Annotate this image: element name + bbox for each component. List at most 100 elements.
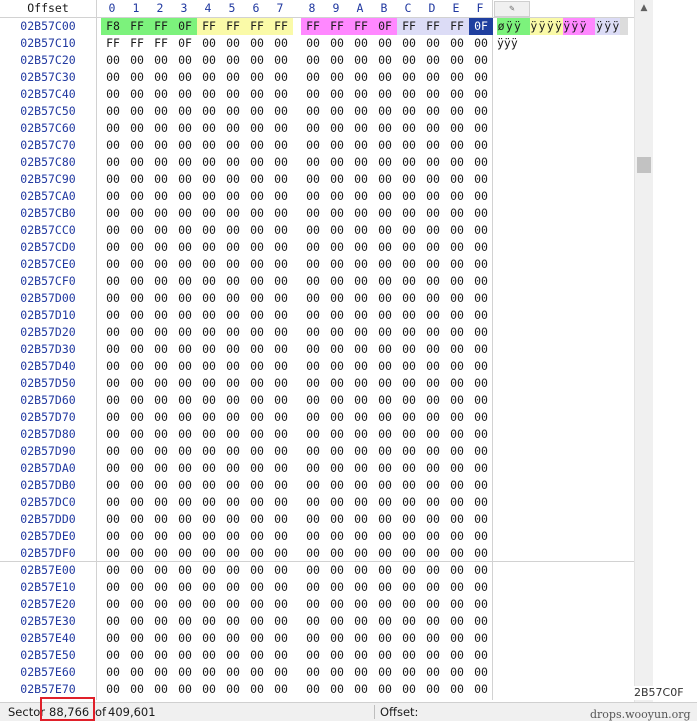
ascii-char[interactable] (620, 18, 629, 35)
hex-byte[interactable]: 00 (149, 562, 173, 579)
hex-byte[interactable]: 00 (197, 562, 221, 579)
hex-byte[interactable]: 00 (325, 256, 349, 273)
hex-byte[interactable]: 00 (469, 154, 493, 171)
hex-byte[interactable]: 00 (101, 460, 125, 477)
hex-byte[interactable]: 00 (421, 35, 445, 52)
hex-byte[interactable]: 00 (197, 290, 221, 307)
hex-byte[interactable]: 00 (373, 511, 397, 528)
hex-byte[interactable]: 00 (245, 579, 269, 596)
hex-byte[interactable]: 00 (101, 681, 125, 698)
hex-byte[interactable]: 00 (173, 358, 197, 375)
hex-byte[interactable]: 00 (373, 35, 397, 52)
hex-byte[interactable]: 00 (101, 52, 125, 69)
hex-byte[interactable]: 00 (269, 273, 293, 290)
hex-byte[interactable]: 00 (445, 613, 469, 630)
hex-byte[interactable]: 00 (301, 630, 325, 647)
hex-byte[interactable]: 00 (269, 52, 293, 69)
hex-byte[interactable]: 00 (125, 154, 149, 171)
hex-byte[interactable]: 00 (349, 86, 373, 103)
hex-byte[interactable]: 00 (149, 171, 173, 188)
hex-byte[interactable]: 00 (325, 188, 349, 205)
hex-byte[interactable]: 00 (469, 545, 493, 562)
hex-byte[interactable]: 00 (397, 35, 421, 52)
hex-byte[interactable]: 00 (197, 103, 221, 120)
hex-byte[interactable]: 00 (325, 392, 349, 409)
hex-byte[interactable]: 00 (301, 664, 325, 681)
hex-byte[interactable]: 00 (373, 392, 397, 409)
hex-byte[interactable]: 00 (101, 273, 125, 290)
hex-byte[interactable]: 00 (197, 273, 221, 290)
hex-byte[interactable]: 00 (325, 154, 349, 171)
hex-byte[interactable]: 00 (101, 630, 125, 647)
hex-byte[interactable]: 00 (149, 664, 173, 681)
hex-byte[interactable]: 00 (197, 358, 221, 375)
hex-byte[interactable]: 00 (125, 188, 149, 205)
hex-byte[interactable]: 00 (301, 137, 325, 154)
hex-byte[interactable]: 00 (173, 460, 197, 477)
hex-byte[interactable]: 00 (325, 120, 349, 137)
hex-byte[interactable]: 00 (269, 188, 293, 205)
hex-byte[interactable]: 00 (173, 324, 197, 341)
hex-byte[interactable]: 00 (421, 392, 445, 409)
hex-byte[interactable]: 00 (221, 273, 245, 290)
hex-byte[interactable]: 00 (445, 358, 469, 375)
hex-byte[interactable]: 00 (197, 511, 221, 528)
hex-byte[interactable]: 00 (469, 664, 493, 681)
hex-byte[interactable]: 00 (469, 341, 493, 358)
hex-byte[interactable]: 00 (245, 120, 269, 137)
hex-byte[interactable]: 00 (197, 35, 221, 52)
hex-byte[interactable]: 00 (245, 256, 269, 273)
hex-byte[interactable]: 00 (197, 256, 221, 273)
hex-byte[interactable]: 00 (397, 273, 421, 290)
hex-byte[interactable]: 00 (149, 205, 173, 222)
hex-byte[interactable]: 00 (373, 562, 397, 579)
hex-byte[interactable]: 00 (173, 562, 197, 579)
hex-byte[interactable]: 00 (373, 52, 397, 69)
hex-byte[interactable]: 00 (197, 171, 221, 188)
hex-byte[interactable]: 00 (125, 409, 149, 426)
hex-byte[interactable]: 00 (101, 392, 125, 409)
hex-byte[interactable]: 00 (221, 137, 245, 154)
hex-byte[interactable]: 00 (221, 290, 245, 307)
hex-byte[interactable]: 00 (221, 545, 245, 562)
hex-byte[interactable]: 00 (149, 681, 173, 698)
hex-byte[interactable]: 00 (373, 409, 397, 426)
hex-byte[interactable]: 00 (421, 239, 445, 256)
hex-byte[interactable]: 00 (125, 341, 149, 358)
hex-byte[interactable]: 00 (469, 596, 493, 613)
hex-byte[interactable]: 00 (221, 477, 245, 494)
hex-byte[interactable]: 00 (421, 120, 445, 137)
hex-byte[interactable]: 00 (469, 426, 493, 443)
ascii-char[interactable]: ÿ (611, 18, 620, 35)
hex-byte[interactable]: 00 (469, 443, 493, 460)
hex-byte[interactable]: 00 (269, 256, 293, 273)
hex-byte[interactable]: 00 (101, 256, 125, 273)
hex-byte[interactable]: 00 (349, 103, 373, 120)
hex-byte[interactable]: 00 (101, 120, 125, 137)
hex-byte[interactable]: 00 (125, 664, 149, 681)
hex-byte[interactable]: 00 (221, 562, 245, 579)
hex-byte[interactable]: 00 (469, 647, 493, 664)
hex-byte[interactable]: 00 (349, 613, 373, 630)
hex-byte[interactable]: 00 (269, 35, 293, 52)
hex-byte[interactable]: 00 (221, 222, 245, 239)
ascii-char[interactable]: ÿ (529, 18, 538, 35)
hex-byte[interactable]: 00 (125, 460, 149, 477)
hex-byte[interactable]: 00 (349, 120, 373, 137)
hex-byte[interactable]: 00 (101, 69, 125, 86)
hex-byte[interactable]: 00 (221, 647, 245, 664)
hex-byte[interactable]: 00 (397, 511, 421, 528)
hex-byte[interactable]: 00 (149, 222, 173, 239)
hex-byte[interactable]: 00 (397, 290, 421, 307)
hex-byte[interactable]: 00 (125, 443, 149, 460)
ascii-char[interactable]: ÿ (546, 18, 555, 35)
hex-byte[interactable]: 00 (421, 460, 445, 477)
hex-byte[interactable]: 00 (197, 664, 221, 681)
hex-byte[interactable]: 00 (373, 664, 397, 681)
hex-byte[interactable]: 00 (301, 222, 325, 239)
hex-byte[interactable]: 00 (245, 375, 269, 392)
hex-byte[interactable]: 00 (245, 52, 269, 69)
hex-byte[interactable]: 00 (397, 358, 421, 375)
hex-byte[interactable]: 00 (149, 630, 173, 647)
hex-byte[interactable]: 00 (373, 341, 397, 358)
